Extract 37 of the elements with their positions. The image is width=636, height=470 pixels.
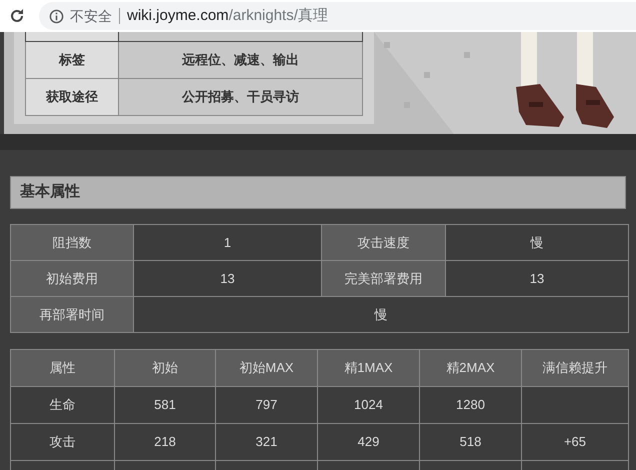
column-header: 属性 (10, 350, 114, 386)
table-cell: 321 (216, 424, 318, 460)
column-header: 初始 (114, 350, 216, 386)
table-cell: 1280 (420, 386, 522, 424)
table-cell: 13 (446, 260, 628, 296)
column-header: 满信赖提升 (522, 350, 628, 386)
table-cell: 远程位、减速、输出 (118, 42, 362, 78)
security-label: 不安全 (70, 6, 112, 26)
table-cell: 797 (216, 386, 318, 424)
info-icon[interactable] (49, 8, 64, 24)
table-cell: 1024 (318, 386, 420, 424)
column-header: 精1MAX (318, 350, 420, 386)
row-label: 生命 (10, 386, 114, 424)
reload-icon[interactable] (9, 8, 25, 24)
table-cell: 518 (420, 424, 522, 460)
address-bar[interactable]: 不安全 wiki.joyme.com/arknights/真理 (39, 2, 636, 30)
row-label: 完美部署费用 (322, 260, 446, 296)
url-text: wiki.joyme.com/arknights/真理 (127, 6, 328, 26)
column-header: 精2MAX (420, 350, 522, 386)
row-label: 初始费用 (10, 260, 134, 296)
column-header: 初始MAX (216, 350, 318, 386)
table-cell: 慢 (134, 296, 628, 332)
table-cell: 1 (134, 224, 322, 260)
table-cell: 218 (114, 424, 216, 460)
row-label: 标签 (26, 42, 118, 78)
table-cell: 公开招募、干员寻访 (118, 78, 362, 116)
row-label: 攻击速度 (322, 224, 446, 260)
row-label: 获取途径 (26, 78, 118, 116)
table-cell: 581 (114, 386, 216, 424)
table-cell: 13 (134, 260, 322, 296)
row-label: 阻挡数 (10, 224, 134, 260)
section-title: 基本属性 (20, 182, 80, 202)
table-cell: 慢 (446, 224, 628, 260)
row-label: 攻击 (10, 424, 114, 460)
table-cell: 429 (318, 424, 420, 460)
row-label: 再部署时间 (10, 296, 134, 332)
table-cell: +65 (522, 424, 628, 460)
